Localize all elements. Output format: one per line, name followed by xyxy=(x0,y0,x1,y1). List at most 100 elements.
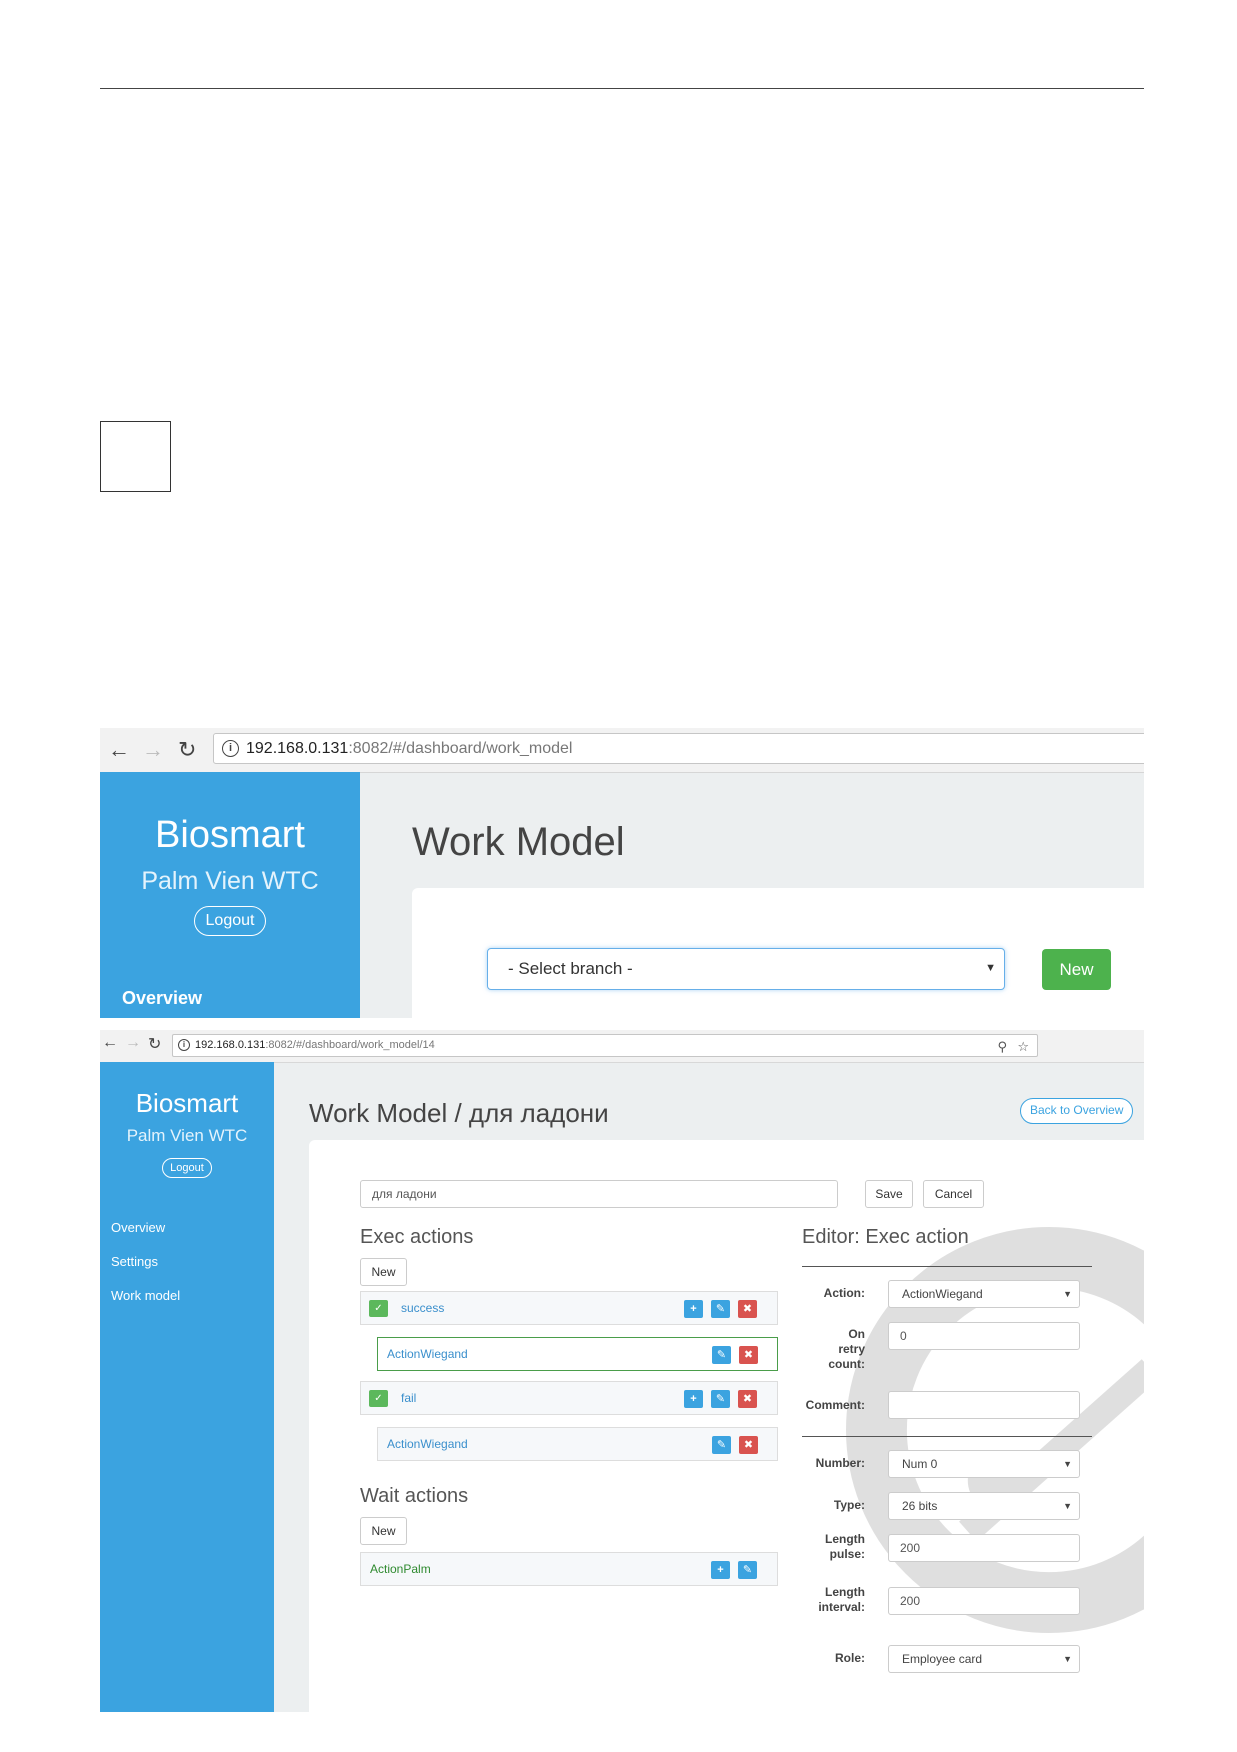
work-model-name-input[interactable]: для ладони xyxy=(360,1180,838,1208)
sidebar: Biosmart Palm Vien WTC Logout Overview xyxy=(100,772,360,1018)
back-to-overview-button[interactable]: Back to Overview xyxy=(1020,1098,1134,1124)
reload-icon[interactable]: ↻ xyxy=(148,1034,161,1054)
length-interval-label-line: interval: xyxy=(818,1600,865,1614)
length-pulse-label: Length pulse: xyxy=(795,1532,865,1562)
retry-count-label: On retry count: xyxy=(795,1327,865,1372)
logout-button[interactable]: Logout xyxy=(193,906,267,936)
brand-title: Biosmart xyxy=(135,1088,239,1118)
blank-square-box xyxy=(100,421,171,492)
action-select[interactable]: ActionWiegand ▼ xyxy=(888,1280,1080,1308)
sidebar: Biosmart Palm Vien WTC Logout Overview S… xyxy=(100,1062,274,1712)
brand-subtitle: Palm Vien WTC xyxy=(141,867,319,895)
cancel-button[interactable]: Cancel xyxy=(923,1180,984,1208)
screenshot-work-model-list: ← → ↻ i 192.168.0.131:8082/#/dashboard/w… xyxy=(100,728,1144,1018)
caret-down-icon: ▼ xyxy=(985,962,996,974)
exec-group-success[interactable]: ✓ success + ✎ ✖ xyxy=(360,1291,778,1325)
wait-actions-heading: Wait actions xyxy=(360,1485,469,1507)
delete-icon[interactable]: ✖ xyxy=(739,1346,758,1364)
length-pulse-label-line: pulse: xyxy=(829,1547,865,1561)
delete-icon[interactable]: ✖ xyxy=(738,1300,757,1318)
number-select[interactable]: Num 0 ▼ xyxy=(888,1450,1080,1478)
brand-subtitle: Palm Vien WTC xyxy=(126,1126,248,1145)
sidebar-item-overview[interactable]: Overview xyxy=(111,1220,165,1235)
role-label: Role: xyxy=(835,1651,865,1665)
wait-action-label: ActionPalm xyxy=(370,1562,431,1576)
key-icon[interactable]: ⚲ xyxy=(997,1036,1007,1057)
new-button[interactable]: New xyxy=(1042,949,1111,990)
delete-icon[interactable]: ✖ xyxy=(739,1436,758,1454)
edit-icon[interactable]: ✎ xyxy=(712,1346,731,1364)
plus-icon[interactable]: + xyxy=(684,1390,703,1408)
exec-action-row[interactable]: ActionWiegand ✎ ✖ xyxy=(377,1427,778,1461)
back-arrow-icon[interactable]: ← xyxy=(108,737,130,763)
role-select[interactable]: Employee card ▼ xyxy=(888,1645,1080,1673)
exec-actions-heading: Exec actions xyxy=(360,1226,474,1248)
exec-action-row-selected[interactable]: ActionWiegand ✎ ✖ xyxy=(377,1337,778,1371)
exec-group-label: success xyxy=(401,1301,445,1315)
browser-toolbar: ← → ↻ i 192.168.0.131:8082/#/dashboard/w… xyxy=(100,728,1144,773)
length-interval-input[interactable]: 200 xyxy=(888,1587,1080,1615)
url-path: :8082/#/dashboard/work_model/14 xyxy=(265,1039,435,1051)
caret-down-icon: ▼ xyxy=(1063,1459,1072,1469)
chevron-down-icon[interactable]: ✓ xyxy=(369,1390,388,1407)
length-interval-label-line: Length xyxy=(825,1585,865,1599)
info-icon[interactable]: i xyxy=(222,740,239,757)
editor-heading: Editor: Exec action xyxy=(802,1226,969,1248)
exec-action-label: ActionWiegand xyxy=(387,1347,468,1361)
edit-icon[interactable]: ✎ xyxy=(711,1390,730,1408)
info-icon[interactable]: i xyxy=(178,1039,190,1051)
number-label: Number: xyxy=(815,1456,865,1470)
delete-icon[interactable]: ✖ xyxy=(738,1390,757,1408)
browser-toolbar: ← → ↻ i 192.168.0.131:8082/#/dashboard/w… xyxy=(100,1030,1144,1063)
wait-actions-new-button[interactable]: New xyxy=(360,1517,407,1545)
wait-action-row[interactable]: ActionPalm + ✎ xyxy=(360,1552,778,1586)
length-interval-label: Length interval: xyxy=(795,1585,865,1615)
save-button[interactable]: Save xyxy=(865,1180,913,1208)
type-label: Type: xyxy=(833,1498,865,1512)
comment-input[interactable] xyxy=(888,1391,1080,1419)
editor-divider xyxy=(802,1266,1092,1267)
plus-icon[interactable]: + xyxy=(711,1561,730,1579)
branch-select[interactable]: - Select branch - ▼ xyxy=(487,948,1005,990)
screenshot-work-model-editor: ← → ↻ i 192.168.0.131:8082/#/dashboard/w… xyxy=(100,1030,1144,1712)
comment-label: Comment: xyxy=(805,1398,865,1412)
forward-arrow-icon[interactable]: → xyxy=(142,737,164,763)
forward-arrow-icon[interactable]: → xyxy=(125,1034,141,1052)
retry-count-input[interactable]: 0 xyxy=(888,1322,1080,1350)
star-icon[interactable]: ☆ xyxy=(1017,1036,1029,1057)
length-pulse-input[interactable]: 200 xyxy=(888,1534,1080,1562)
exec-group-label: fail xyxy=(401,1391,417,1405)
edit-icon[interactable]: ✎ xyxy=(712,1436,731,1454)
edit-icon[interactable]: ✎ xyxy=(711,1300,730,1318)
type-select[interactable]: 26 bits ▼ xyxy=(888,1492,1080,1520)
edit-icon[interactable]: ✎ xyxy=(738,1561,757,1579)
address-bar[interactable]: i 192.168.0.131:8082/#/dashboard/work_mo… xyxy=(213,733,1144,764)
exec-action-label: ActionWiegand xyxy=(387,1437,468,1451)
back-arrow-icon[interactable]: ← xyxy=(102,1034,118,1052)
url-host: 192.168.0.131 xyxy=(246,740,349,757)
exec-actions-new-button[interactable]: New xyxy=(360,1258,407,1286)
sidebar-item-overview[interactable]: Overview xyxy=(122,988,202,1009)
caret-down-icon: ▼ xyxy=(1063,1289,1072,1299)
exec-group-fail[interactable]: ✓ fail + ✎ ✖ xyxy=(360,1381,778,1415)
brand-title: Biosmart xyxy=(155,814,305,856)
chevron-down-icon[interactable]: ✓ xyxy=(369,1300,388,1317)
plus-icon[interactable]: + xyxy=(684,1300,703,1318)
retry-label-line: On xyxy=(848,1327,865,1341)
type-select-value: 26 bits xyxy=(902,1499,938,1513)
reload-icon[interactable]: ↻ xyxy=(178,737,196,763)
address-bar[interactable]: i 192.168.0.131:8082/#/dashboard/work_mo… xyxy=(172,1034,1038,1057)
page-top-rule xyxy=(100,88,1144,89)
url-host: 192.168.0.131 xyxy=(195,1039,266,1051)
editor-divider xyxy=(802,1436,1092,1437)
role-select-value: Employee card xyxy=(902,1652,983,1666)
caret-down-icon: ▼ xyxy=(1063,1501,1072,1511)
branch-select-value: - Select branch - xyxy=(508,959,633,978)
length-pulse-label-line: Length xyxy=(825,1532,865,1546)
caret-down-icon: ▼ xyxy=(1063,1654,1072,1664)
sidebar-item-work-model[interactable]: Work model xyxy=(111,1288,180,1303)
page-title: Work Model / для ладони xyxy=(309,1098,609,1128)
logout-button[interactable]: Logout xyxy=(162,1158,212,1178)
sidebar-item-settings[interactable]: Settings xyxy=(111,1254,158,1269)
action-label: Action: xyxy=(823,1286,865,1300)
